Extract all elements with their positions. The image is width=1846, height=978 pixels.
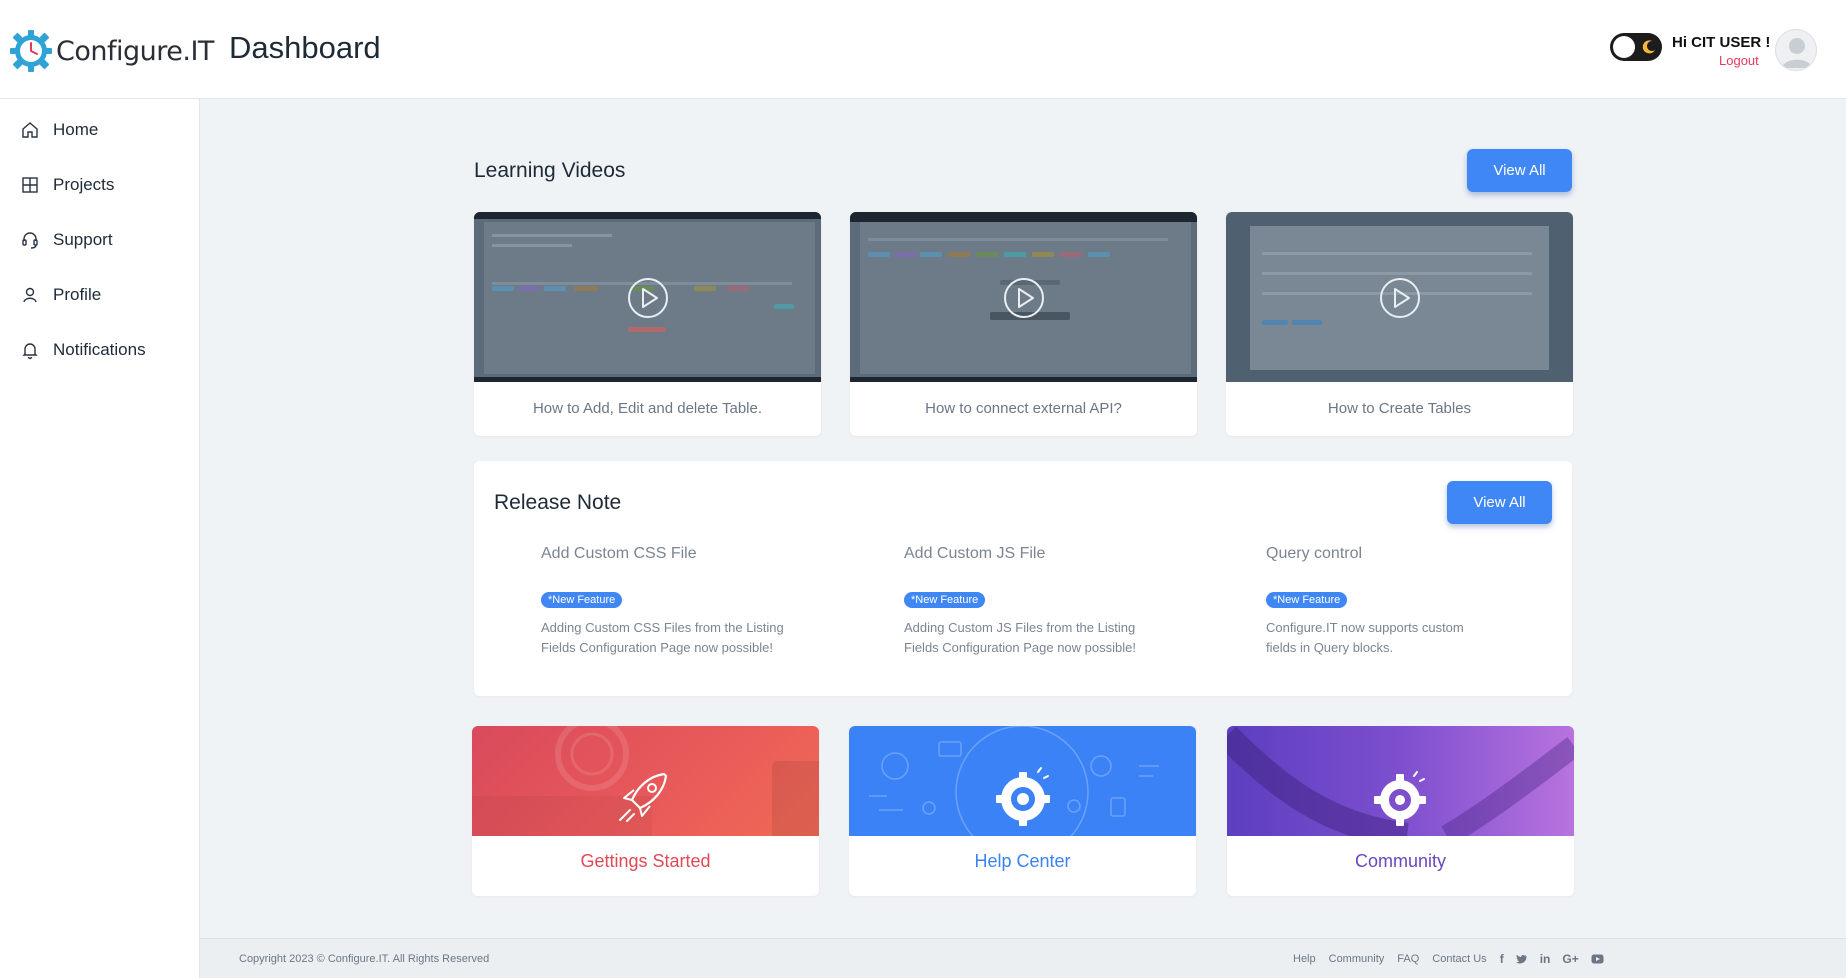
sidebar-item-label: Support xyxy=(53,230,113,249)
user-greeting: Hi CIT USER ! xyxy=(1672,34,1771,51)
moon-icon xyxy=(1642,40,1655,54)
linkedin-icon[interactable]: in xyxy=(1540,952,1551,966)
new-feature-badge: *New Feature xyxy=(541,592,623,608)
release-note-item-title: Query control xyxy=(1266,545,1363,562)
video-caption: How to Add, Edit and delete Table. xyxy=(532,400,763,417)
release-note-item[interactable]: Add Custom CSS File *New Feature Adding … xyxy=(541,545,801,658)
release-note-item-title: Add Custom CSS File xyxy=(541,545,697,562)
release-view-all-button[interactable]: View All xyxy=(1447,481,1552,524)
rocket-icon xyxy=(619,772,668,822)
community-card[interactable]: Community xyxy=(1227,726,1574,896)
toggle-knob xyxy=(1613,36,1635,58)
play-icon xyxy=(1380,278,1420,318)
top-bar: Configure.IT Dashboard Hi CIT USER ! Log… xyxy=(0,0,1846,99)
help-center-card[interactable]: Help Center xyxy=(849,726,1196,896)
video-card[interactable]: How to Add, Edit and delete Table. xyxy=(474,212,821,436)
release-note-card: Release Note View All Add Custom CSS Fil… xyxy=(474,461,1572,696)
sidebar-item-label: Notifications xyxy=(53,340,146,359)
play-icon xyxy=(628,278,668,318)
video-caption: How to Create Tables xyxy=(1327,400,1472,417)
sidebar-item-profile[interactable]: Profile xyxy=(20,281,101,309)
help-center-banner xyxy=(849,726,1196,836)
learning-videos-title: Learning Videos xyxy=(474,159,626,182)
footer-link-community[interactable]: Community xyxy=(1329,953,1385,965)
tile-label: Help Center xyxy=(974,851,1071,871)
facebook-icon[interactable]: f xyxy=(1500,952,1504,966)
tile-label: Gettings Started xyxy=(580,851,711,871)
community-gear-icon xyxy=(1374,771,1426,826)
footer: Copyright 2023 © Configure.IT. All Right… xyxy=(200,938,1846,978)
sidebar: Home Projects Support Profile Notificati… xyxy=(0,99,200,978)
footer-link-faq[interactable]: FAQ xyxy=(1397,953,1419,965)
video-thumbnail xyxy=(850,212,1197,382)
headset-icon xyxy=(22,232,38,249)
tile-label: Community xyxy=(1354,851,1447,871)
sidebar-item-support[interactable]: Support xyxy=(20,226,113,254)
lifebuoy-gear-icon xyxy=(996,767,1050,826)
sidebar-item-projects[interactable]: Projects xyxy=(20,171,114,199)
user-avatar-icon xyxy=(1782,38,1812,68)
logo[interactable]: Configure.IT xyxy=(8,28,214,74)
theme-toggle[interactable] xyxy=(1610,33,1662,61)
avatar[interactable] xyxy=(1775,29,1817,71)
video-caption: How to connect external API? xyxy=(925,400,1122,417)
learning-view-all-button[interactable]: View All xyxy=(1467,149,1572,192)
footer-links: Help Community FAQ Contact Us f in G+ xyxy=(1293,952,1616,966)
new-feature-badge: *New Feature xyxy=(904,592,986,608)
video-card[interactable]: How to Create Tables xyxy=(1226,212,1573,436)
page-title: Dashboard xyxy=(229,30,381,65)
release-note-item[interactable]: Query control *New Feature Configure.IT … xyxy=(1266,545,1496,658)
release-note-item-description: Adding Custom JS Files from the Listing … xyxy=(904,620,1136,655)
sidebar-item-home[interactable]: Home xyxy=(20,116,98,144)
video-thumbnail xyxy=(474,212,821,382)
community-banner xyxy=(1227,726,1574,836)
release-note-item-description: Configure.IT now supports custom fields … xyxy=(1266,620,1464,655)
twitter-icon[interactable] xyxy=(1515,954,1528,965)
google-plus-icon[interactable]: G+ xyxy=(1562,952,1578,966)
grid-icon xyxy=(22,177,38,193)
release-note-item[interactable]: Add Custom JS File *New Feature Adding C… xyxy=(904,545,1164,658)
logo-text: Configure.IT xyxy=(56,35,214,67)
video-card[interactable]: How to connect external API? xyxy=(850,212,1197,436)
release-note-item-description: Adding Custom CSS Files from the Listing… xyxy=(541,620,784,655)
youtube-icon[interactable] xyxy=(1591,954,1604,964)
getting-started-banner xyxy=(472,726,819,836)
user-icon xyxy=(23,287,37,303)
sidebar-item-label: Profile xyxy=(53,285,102,304)
video-thumbnail xyxy=(1226,212,1573,382)
play-icon xyxy=(1004,278,1044,318)
release-note-title: Release Note xyxy=(494,491,622,514)
sidebar-item-label: Home xyxy=(53,120,99,139)
gear-clock-logo-icon xyxy=(10,30,52,72)
logout-link[interactable]: Logout xyxy=(1719,53,1759,68)
sidebar-item-label: Projects xyxy=(53,175,115,194)
copyright-text: Copyright 2023 © Configure.IT. All Right… xyxy=(239,953,490,965)
bell-icon xyxy=(22,343,38,360)
footer-link-help[interactable]: Help xyxy=(1293,953,1316,965)
new-feature-badge: *New Feature xyxy=(1266,592,1348,608)
sidebar-item-notifications[interactable]: Notifications xyxy=(20,336,146,364)
home-icon xyxy=(22,122,38,138)
getting-started-card[interactable]: Gettings Started xyxy=(472,726,819,896)
release-note-item-title: Add Custom JS File xyxy=(904,545,1046,562)
footer-link-contact-us[interactable]: Contact Us xyxy=(1432,953,1486,965)
